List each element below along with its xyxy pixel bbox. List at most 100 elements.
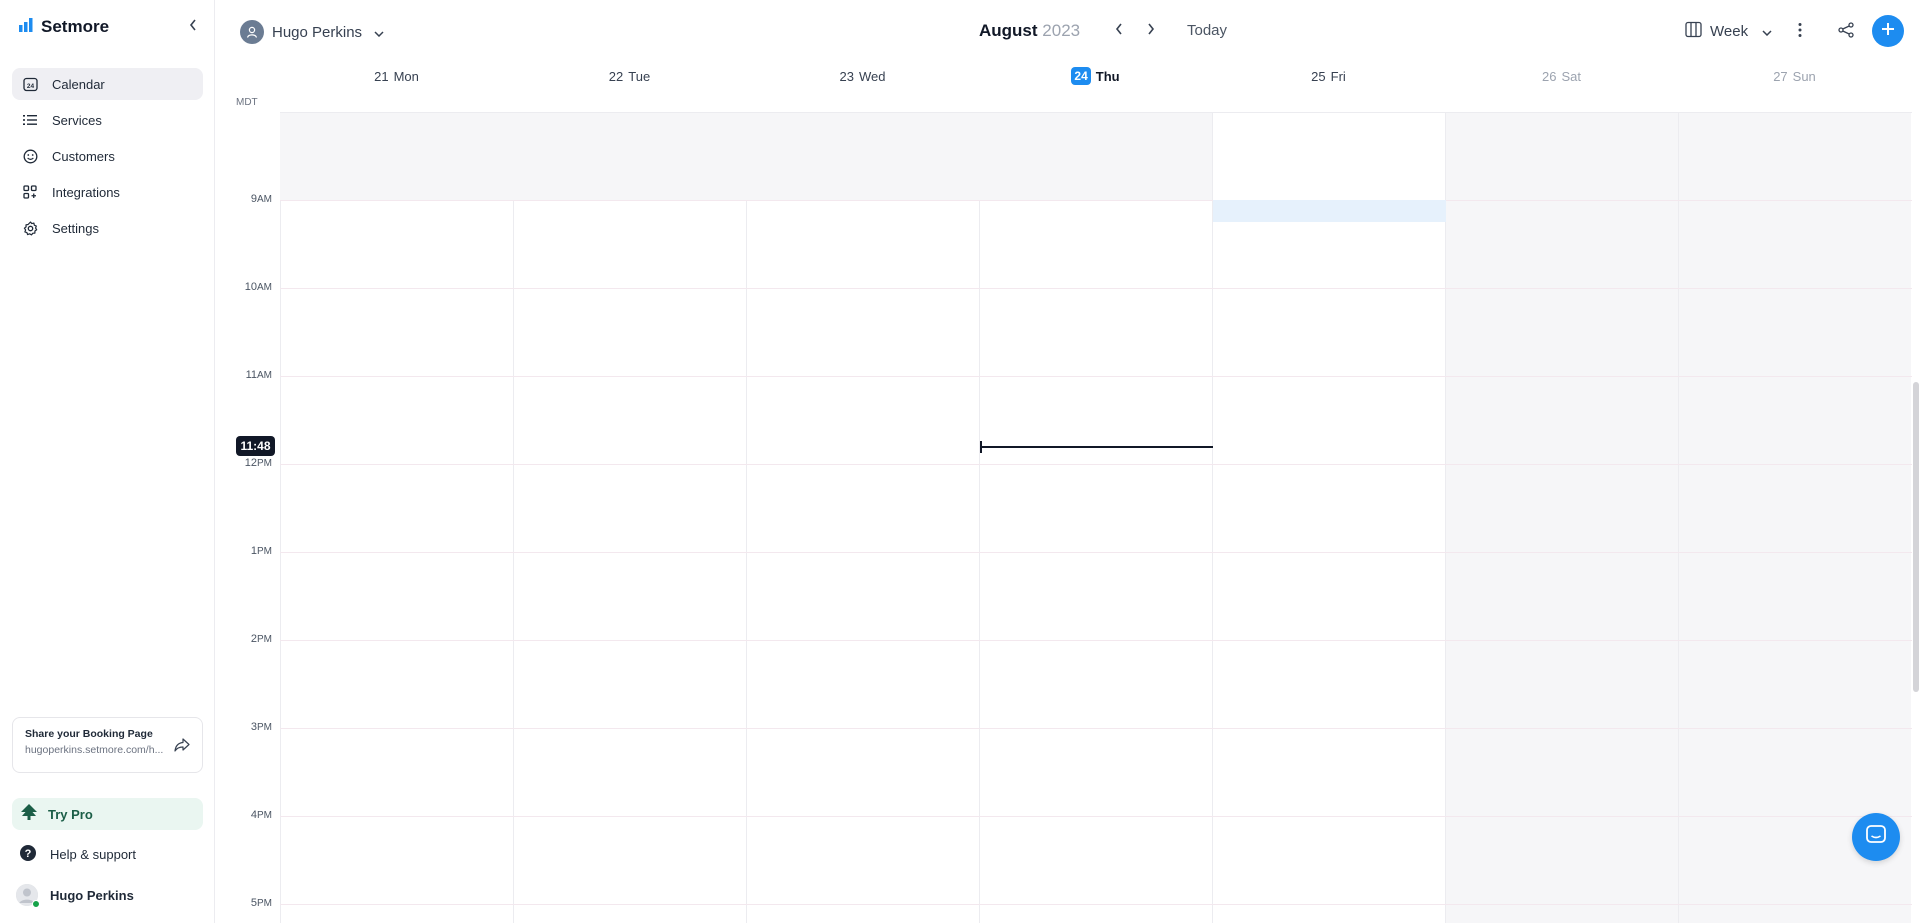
help-icon: ? bbox=[20, 844, 36, 864]
avatar bbox=[16, 884, 40, 908]
try-pro-label: Try Pro bbox=[48, 806, 93, 822]
sidebar-item-settings[interactable]: Settings bbox=[12, 212, 203, 244]
gear-icon bbox=[22, 220, 38, 236]
day-column-thu[interactable] bbox=[979, 112, 1212, 923]
day-header-sun[interactable]: 27 Sun bbox=[1678, 64, 1911, 88]
day-number: 26 bbox=[1542, 68, 1557, 84]
tree-icon bbox=[20, 803, 38, 825]
hour-label: 2PM bbox=[236, 633, 272, 645]
hour-suffix: AM bbox=[257, 194, 272, 205]
user-profile[interactable]: Hugo Perkins bbox=[12, 879, 203, 911]
hour-label: 11AM bbox=[236, 369, 272, 381]
hour-gridline bbox=[280, 552, 1912, 553]
hour-label: 4PM bbox=[236, 809, 272, 821]
columns-icon bbox=[1685, 21, 1702, 42]
day-column-sun[interactable] bbox=[1678, 112, 1911, 923]
scrollbar-thumb[interactable] bbox=[1913, 382, 1919, 692]
sidebar-item-services[interactable]: Services bbox=[12, 104, 203, 136]
day-header-sat[interactable]: 26 Sat bbox=[1445, 64, 1678, 88]
view-label: Week bbox=[1710, 23, 1749, 40]
share-button[interactable] bbox=[1838, 22, 1854, 43]
today-date-badge: 24 bbox=[1071, 67, 1091, 85]
day-header-tue[interactable]: 22 Tue bbox=[513, 64, 746, 88]
day-column-fri[interactable] bbox=[1212, 112, 1445, 923]
hour-gridline bbox=[280, 728, 1912, 729]
hour-suffix: PM bbox=[257, 634, 272, 645]
collapse-sidebar-button[interactable] bbox=[186, 19, 200, 35]
calendar-scrollbar[interactable] bbox=[1912, 112, 1920, 923]
share-booking-title: Share your Booking Page bbox=[25, 728, 153, 740]
day-header-wed[interactable]: 23 Wed bbox=[746, 64, 979, 88]
unavailable-hours-block bbox=[280, 112, 1212, 200]
staff-name: Hugo Perkins bbox=[272, 23, 363, 41]
svg-text:?: ? bbox=[25, 848, 32, 860]
staff-selector[interactable]: Hugo Perkins bbox=[240, 20, 384, 44]
calendar-grid[interactable] bbox=[280, 112, 1912, 923]
smiley-icon bbox=[22, 148, 38, 164]
selected-time-slot[interactable] bbox=[1213, 200, 1446, 222]
setmore-logo-icon bbox=[19, 17, 35, 37]
sidebar-item-label: Customers bbox=[52, 148, 115, 164]
day-header-fri[interactable]: 25 Fri bbox=[1212, 64, 1445, 88]
sidebar-item-label: Settings bbox=[52, 220, 99, 236]
grid-plus-icon bbox=[22, 184, 38, 200]
day-name: Fri bbox=[1330, 68, 1346, 84]
previous-week-button[interactable] bbox=[1111, 23, 1127, 39]
chat-support-button[interactable] bbox=[1852, 813, 1900, 861]
sidebar-item-label: Services bbox=[52, 112, 102, 128]
brand[interactable]: Setmore bbox=[19, 17, 109, 37]
add-appointment-button[interactable] bbox=[1872, 15, 1904, 47]
hour-label: 1PM bbox=[236, 545, 272, 557]
vertical-dots-icon bbox=[1798, 23, 1802, 42]
sidebar-item-calendar[interactable]: 24 Calendar bbox=[12, 68, 203, 100]
day-number: 25 bbox=[1311, 68, 1326, 84]
setmore-app: Setmore 24 Calendar Services Customers I… bbox=[0, 0, 1920, 923]
hour-gridline bbox=[280, 376, 1912, 377]
online-status-dot bbox=[32, 900, 40, 908]
hour-gridline bbox=[280, 200, 1912, 201]
day-header-mon[interactable]: 21 Mon bbox=[280, 64, 513, 88]
hour-label: 3PM bbox=[236, 721, 272, 733]
chevron-right-icon bbox=[1147, 22, 1155, 40]
day-name: Sun bbox=[1792, 68, 1816, 84]
hour-number: 10 bbox=[244, 281, 257, 293]
hour-suffix: PM bbox=[257, 546, 272, 557]
list-icon bbox=[22, 112, 38, 128]
help-label: Help & support bbox=[50, 846, 136, 862]
sidebar-item-customers[interactable]: Customers bbox=[12, 140, 203, 172]
share-arrow-icon[interactable] bbox=[174, 738, 190, 757]
day-header-thu[interactable]: 24 Thu bbox=[979, 64, 1212, 88]
timezone-label: MDT bbox=[236, 97, 258, 108]
hour-suffix: PM bbox=[257, 458, 272, 469]
day-number: 22 bbox=[608, 68, 624, 84]
today-button[interactable]: Today bbox=[1187, 22, 1227, 39]
day-column-tue[interactable] bbox=[513, 112, 746, 923]
help-support-button[interactable]: ? Help & support bbox=[12, 838, 203, 870]
hour-number: 12 bbox=[244, 457, 257, 469]
hour-suffix: PM bbox=[257, 810, 272, 821]
chevron-left-icon bbox=[189, 18, 197, 36]
share-booking-page-card[interactable]: Share your Booking Page hugoperkins.setm… bbox=[12, 717, 203, 773]
week-day-header: 21 Mon 22 Tue 23 Wed 24 Thu 25 Fri 26 Sat 27 Sun bbox=[280, 64, 1912, 112]
sidebar-item-integrations[interactable]: Integrations bbox=[12, 176, 203, 208]
day-number: 21 bbox=[374, 68, 389, 84]
grid-top-border bbox=[280, 112, 1912, 113]
try-pro-button[interactable]: Try Pro bbox=[12, 798, 203, 830]
hour-label: 12PM bbox=[236, 457, 272, 469]
hour-label: 10AM bbox=[236, 281, 272, 293]
hour-gridline bbox=[280, 904, 1912, 905]
day-column-sat[interactable] bbox=[1445, 112, 1678, 923]
hour-suffix: AM bbox=[257, 370, 272, 381]
current-time-badge: 11:48 bbox=[236, 436, 275, 456]
more-options-button[interactable] bbox=[1798, 22, 1802, 43]
hour-label: 5PM bbox=[236, 897, 272, 909]
calendar-24-icon: 24 bbox=[22, 76, 38, 92]
day-name: Tue bbox=[628, 68, 651, 84]
day-name: Mon bbox=[393, 68, 419, 84]
view-selector[interactable]: Week bbox=[1685, 21, 1772, 42]
next-week-button[interactable] bbox=[1143, 23, 1159, 39]
day-column-wed[interactable] bbox=[746, 112, 979, 923]
hour-number: 11 bbox=[245, 369, 257, 381]
current-month-title: August 2023 bbox=[979, 21, 1080, 41]
day-column-mon[interactable] bbox=[280, 112, 513, 923]
